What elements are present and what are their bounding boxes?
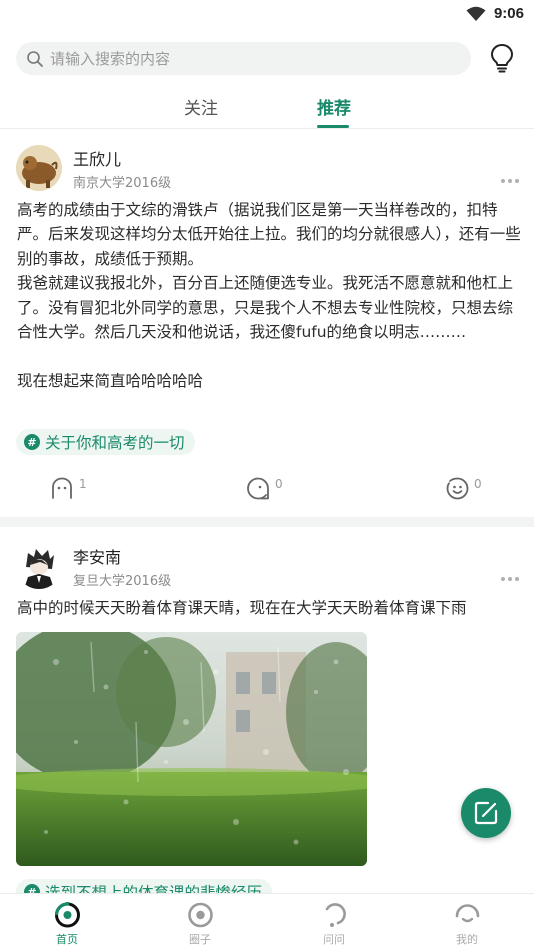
avatar[interactable] xyxy=(16,145,62,191)
hashtag-icon: # xyxy=(24,434,40,450)
nav-circle[interactable]: 圈子 xyxy=(160,894,240,949)
smile-face-icon xyxy=(446,477,469,500)
wifi-icon xyxy=(466,6,486,21)
post-separator xyxy=(0,517,534,527)
comment-button[interactable]: 1 xyxy=(50,476,100,502)
avatar-image xyxy=(16,145,62,191)
nav-home[interactable]: 首页 xyxy=(27,894,107,949)
divider xyxy=(0,128,534,129)
like-button[interactable]: 0 xyxy=(445,476,495,502)
nav-question[interactable]: 问问 xyxy=(294,894,374,949)
tab-recommend[interactable]: 推荐 xyxy=(317,94,351,119)
nav-label-circle: 圈子 xyxy=(189,933,211,946)
author-school: 复旦大学2016级 xyxy=(73,574,172,589)
comment-count: 1 xyxy=(79,477,87,491)
more-options-icon[interactable] xyxy=(501,179,519,185)
search-icon xyxy=(27,51,43,67)
circle-icon xyxy=(188,902,213,928)
dislike-count: 0 xyxy=(275,477,283,491)
comment-icon xyxy=(52,477,72,499)
avatar[interactable] xyxy=(16,543,62,589)
topic-tag[interactable]: # 关于你和高考的一切 xyxy=(16,429,195,455)
dislike-button[interactable]: 0 xyxy=(246,476,296,502)
topic-label: 关于你和高考的一切 xyxy=(45,434,185,452)
more-options-icon[interactable] xyxy=(501,577,519,583)
rainy-window-image xyxy=(16,632,367,866)
feed-tabs: 关注 推荐 xyxy=(0,90,534,128)
question-icon xyxy=(325,903,346,927)
nav-label-question: 问问 xyxy=(323,933,345,946)
avatar-image xyxy=(16,543,62,589)
nav-label-profile: 我的 xyxy=(456,933,478,946)
edit-icon xyxy=(474,801,498,825)
lightbulb-icon[interactable] xyxy=(489,43,515,73)
tab-follow[interactable]: 关注 xyxy=(184,94,218,119)
post-image[interactable] xyxy=(16,632,367,866)
nav-profile[interactable]: 我的 xyxy=(427,894,507,949)
status-bar: 9:06 xyxy=(0,0,534,30)
author-school: 南京大学2016级 xyxy=(73,176,172,191)
nav-label-home: 首页 xyxy=(56,933,78,946)
status-time: 9:06 xyxy=(493,5,524,22)
search-input[interactable] xyxy=(50,42,450,75)
like-count: 0 xyxy=(474,477,482,491)
post-body[interactable]: 高中的时候天天盼着体育课天晴，现在在大学天天盼着体育课下雨 xyxy=(17,596,522,620)
dislike-face-icon xyxy=(247,477,269,500)
search-bar[interactable] xyxy=(16,42,471,75)
author-name[interactable]: 王欣儿 xyxy=(73,146,121,170)
compose-button[interactable] xyxy=(461,788,511,838)
post-body[interactable]: 高考的成绩由于文综的滑铁卢（据说我们区是第一天当样卷改的，扣特严。后来发现这样均… xyxy=(17,198,522,393)
bottom-nav: 首页 圈子 问问 我的 xyxy=(0,893,534,949)
profile-icon xyxy=(455,904,480,923)
home-icon xyxy=(54,902,80,928)
author-name[interactable]: 李安南 xyxy=(73,544,121,568)
